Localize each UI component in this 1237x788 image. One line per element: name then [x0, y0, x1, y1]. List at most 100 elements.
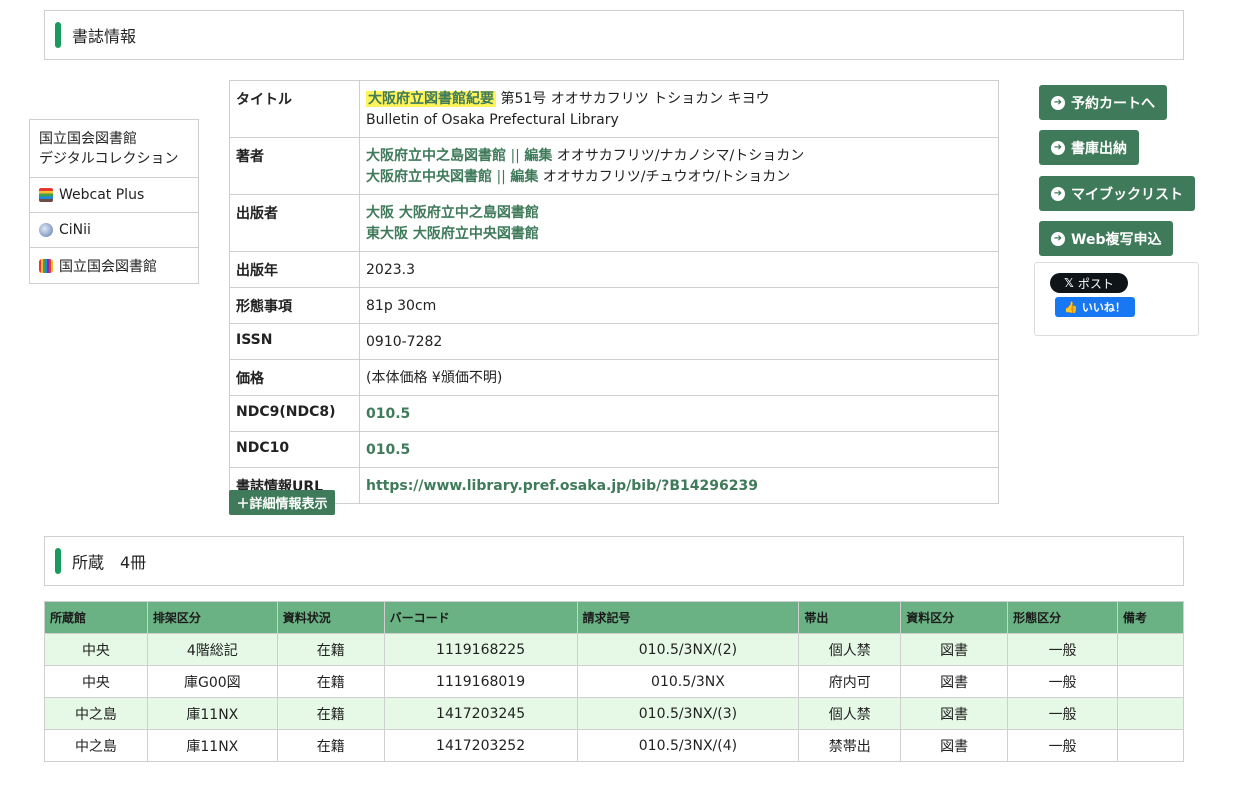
price-row: 価格 (本体価格 ¥頒価不明)	[229, 359, 999, 396]
title-row: タイトル 大阪府立図書館紀要 第51号 オオサカフリツ トショカン キヨウ Bu…	[229, 80, 999, 138]
cell-loan: 個人禁	[798, 697, 902, 730]
col-barcode: バーコード	[383, 601, 578, 634]
social-share-panel: 𝕏 ポスト 👍 いいね！	[1034, 262, 1199, 336]
cinii-link[interactable]: CiNii	[30, 213, 198, 248]
web-copy-button[interactable]: ➜ Web複写申込	[1039, 221, 1174, 256]
ndc10-link[interactable]: 010.5	[366, 442, 410, 458]
cell-form: 一般	[1007, 633, 1118, 666]
col-loan: 帯出	[798, 601, 902, 634]
cell-material: 図書	[900, 665, 1009, 698]
cell-notes	[1117, 697, 1184, 730]
cell-library: 中央	[44, 665, 148, 698]
holdings-section-header: 所蔵 4冊	[44, 536, 1184, 586]
title-rest: 第51号 オオサカフリツ トショカン キヨウ	[500, 91, 770, 107]
biblio-table: タイトル 大阪府立図書館紀要 第51号 オオサカフリツ トショカン キヨウ Bu…	[229, 80, 999, 504]
holdings-table: 所蔵館 排架区分 資料状況 バーコード 請求記号 帯出 資料区分 形態区分 備考…	[44, 601, 1184, 762]
arrow-right-icon: ➜	[1051, 95, 1065, 110]
author2-sep: ||	[496, 169, 506, 185]
section-accent-bar	[55, 548, 61, 574]
cell-shelf: 庫G00図	[146, 665, 278, 698]
cinii-globe-icon	[39, 223, 53, 237]
cell-callno: 010.5/3NX/(3)	[576, 697, 800, 730]
thumbs-up-icon: 👍	[1064, 300, 1078, 314]
ndc10-value: 010.5	[359, 431, 999, 468]
ndl-digital-label2: デジタルコレクション	[39, 150, 179, 167]
x-post-button[interactable]: 𝕏 ポスト	[1050, 273, 1128, 293]
year-key: 出版年	[229, 251, 360, 288]
table-row: 中央 庫G00図 在籍 1119168019 010.5/3NX 府内可 図書 …	[44, 665, 1184, 698]
cell-barcode: 1119168225	[383, 633, 578, 666]
ndc9-value: 010.5	[359, 395, 999, 432]
publisher-row: 出版者 大阪 大阪府立中之島図書館 東大阪 大阪府立中央図書館	[229, 194, 999, 252]
cell-library: 中之島	[44, 697, 148, 730]
show-details-button[interactable]: ＋詳細情報表示	[229, 490, 335, 515]
ndc10-key: NDC10	[229, 431, 360, 468]
cell-notes	[1117, 633, 1184, 666]
author1-sep: ||	[510, 148, 520, 164]
ndl-icon	[39, 258, 53, 273]
issn-value: 0910-7282	[359, 323, 999, 360]
col-shelf: 排架区分	[146, 601, 278, 634]
cell-shelf: 4階総記	[146, 633, 278, 666]
holdings-section-title: 所蔵 4冊	[72, 553, 147, 572]
price-value: (本体価格 ¥頒価不明)	[359, 359, 999, 396]
webcat-label: Webcat Plus	[59, 187, 145, 203]
stack-request-button[interactable]: ➜ 書庫出納	[1039, 130, 1139, 165]
reserve-cart-label: 予約カートへ	[1071, 95, 1155, 112]
cell-status: 在籍	[276, 697, 385, 730]
cell-barcode: 1119168019	[383, 665, 578, 698]
biblio-section-title: 書誌情報	[72, 27, 137, 46]
web-copy-label: Web複写申込	[1071, 231, 1162, 248]
author-key: 著者	[229, 137, 360, 195]
biblio-url-link[interactable]: https://www.library.pref.osaka.jp/bib/?B…	[366, 478, 758, 494]
cell-status: 在籍	[276, 729, 385, 762]
cell-library: 中之島	[44, 729, 148, 762]
title-main-link[interactable]: 大阪府立図書館紀要	[366, 91, 496, 107]
table-row: 中央 4階総記 在籍 1119168225 010.5/3NX/(2) 個人禁 …	[44, 633, 1184, 666]
cell-library: 中央	[44, 633, 148, 666]
author1-link[interactable]: 大阪府立中之島図書館	[366, 148, 506, 164]
year-value: 2023.3	[359, 251, 999, 288]
author2-link[interactable]: 大阪府立中央図書館	[366, 169, 492, 185]
title-value: 大阪府立図書館紀要 第51号 オオサカフリツ トショカン キヨウ Bulleti…	[359, 80, 999, 138]
col-notes: 備考	[1117, 601, 1184, 634]
publisher-key: 出版者	[229, 194, 360, 252]
url-row: 書誌情報URL https://www.library.pref.osaka.j…	[229, 467, 999, 504]
cell-barcode: 1417203245	[383, 697, 578, 730]
cell-callno: 010.5/3NX/(4)	[576, 729, 800, 762]
col-form: 形態区分	[1007, 601, 1118, 634]
ndc9-link[interactable]: 010.5	[366, 406, 410, 422]
external-links-panel: 国立国会図書館 デジタルコレクション Webcat Plus CiNii 国立国…	[29, 119, 199, 284]
arrow-right-icon: ➜	[1051, 231, 1065, 246]
ndl-digital-link[interactable]: 国立国会図書館 デジタルコレクション	[30, 120, 198, 178]
publisher1-link[interactable]: 大阪 大阪府立中之島図書館	[366, 205, 539, 221]
mybook-list-label: マイブックリスト	[1071, 186, 1183, 203]
ndl-link[interactable]: 国立国会図書館	[30, 248, 198, 283]
col-status: 資料状況	[276, 601, 385, 634]
cell-status: 在籍	[276, 665, 385, 698]
cell-material: 図書	[900, 633, 1009, 666]
publisher2-link[interactable]: 東大阪 大阪府立中央図書館	[366, 226, 539, 242]
cell-shelf: 庫11NX	[146, 697, 278, 730]
issn-key: ISSN	[229, 323, 360, 360]
cell-barcode: 1417203252	[383, 729, 578, 762]
stack-request-label: 書庫出納	[1071, 140, 1127, 157]
cell-loan: 禁帯出	[798, 729, 902, 762]
facebook-like-button[interactable]: 👍 いいね！	[1055, 297, 1135, 317]
reserve-cart-button[interactable]: ➜ 予約カートへ	[1039, 85, 1167, 120]
cell-notes	[1117, 729, 1184, 762]
webcat-plus-link[interactable]: Webcat Plus	[30, 178, 198, 213]
ndc9-key: NDC9(NDC8)	[229, 395, 360, 432]
form-value: 81p 30cm	[359, 287, 999, 324]
issn-row: ISSN 0910-7282	[229, 323, 999, 360]
holdings-header-row: 所蔵館 排架区分 資料状況 バーコード 請求記号 帯出 資料区分 形態区分 備考	[44, 601, 1184, 634]
facebook-like-label: いいね！	[1081, 301, 1126, 314]
author2-role: 編集	[510, 169, 539, 185]
form-row: 形態事項 81p 30cm	[229, 287, 999, 324]
cell-notes	[1117, 665, 1184, 698]
section-accent-bar	[55, 22, 61, 48]
col-callno: 請求記号	[576, 601, 800, 634]
mybook-list-button[interactable]: ➜ マイブックリスト	[1039, 176, 1195, 211]
arrow-right-icon: ➜	[1051, 140, 1065, 155]
author1-kana: オオサカフリツ/ナカノシマ/トショカン	[556, 148, 805, 164]
